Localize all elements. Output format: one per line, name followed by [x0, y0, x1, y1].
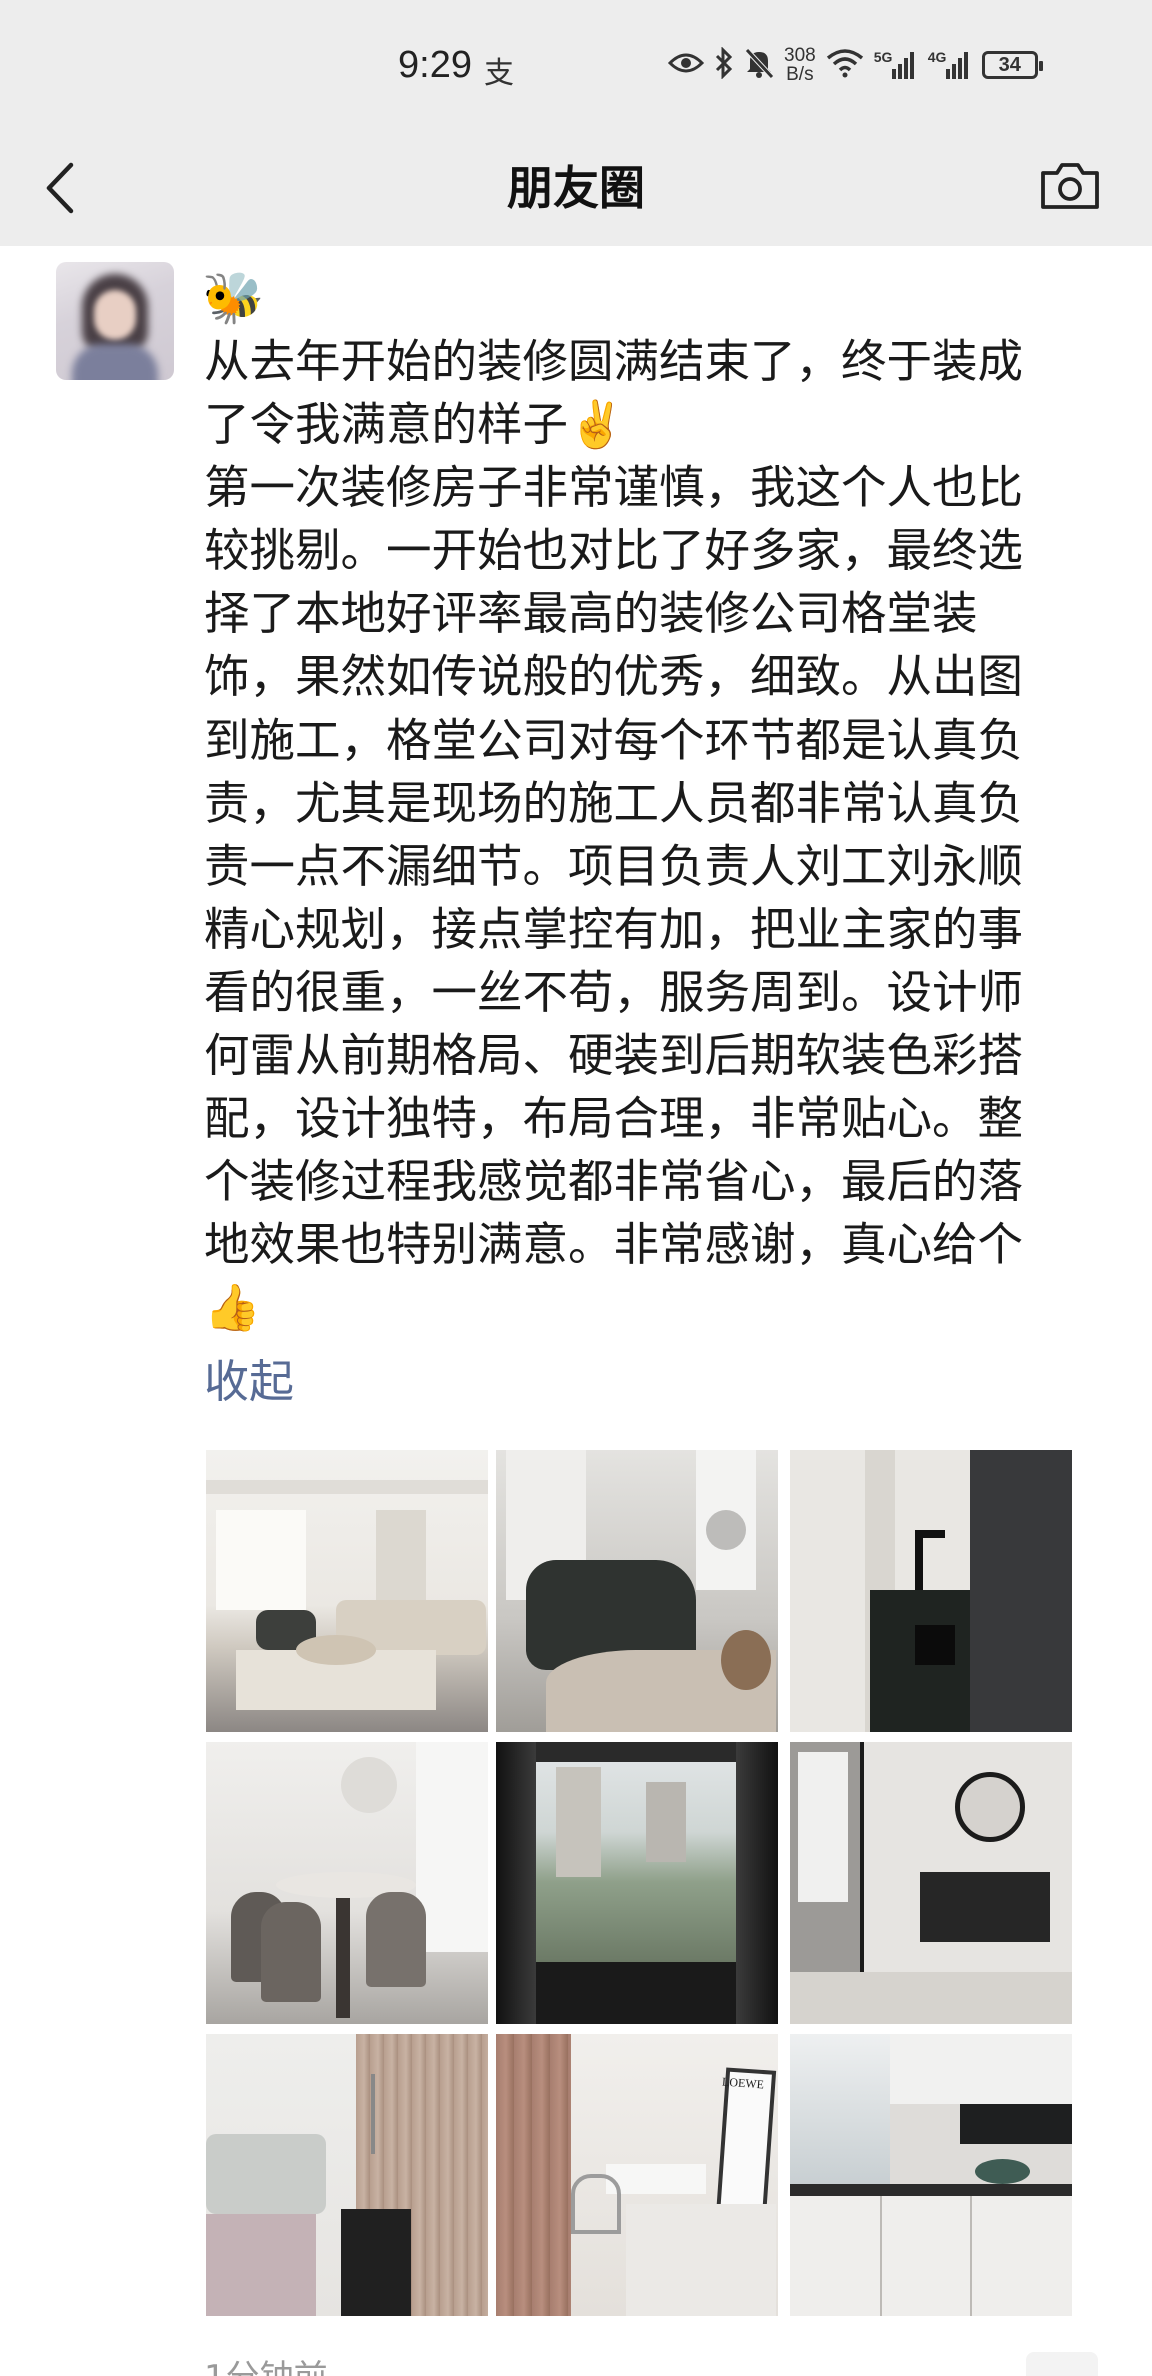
artwork-text: LOEWE: [721, 2074, 765, 2092]
photo-washbasin[interactable]: [790, 1450, 1072, 1732]
signal-icon: 4G: [928, 49, 972, 81]
photo-bathroom[interactable]: [790, 1742, 1072, 2024]
post-emoji: 🐝: [202, 269, 265, 327]
photo-kitchen[interactable]: [790, 2034, 1072, 2316]
comment-more-button[interactable]: [1026, 2352, 1098, 2376]
nav-bar: 朋友圈: [0, 130, 1152, 246]
pay-indicator: 支: [484, 56, 514, 91]
photo-lounge-chair[interactable]: [496, 1450, 778, 1732]
mute-icon: [744, 47, 774, 83]
camera-icon: [1041, 163, 1099, 209]
battery-level: 34: [998, 53, 1021, 76]
page-title: 朋友圈: [507, 161, 645, 215]
bluetooth-icon: [714, 46, 734, 83]
camera-button[interactable]: [1034, 150, 1106, 222]
signal-icon: 5G: [874, 49, 918, 81]
status-icons: 308 B/s 5G 4G 34: [667, 40, 1043, 90]
net-speed: 308 B/s: [784, 46, 816, 84]
photo-dining-room[interactable]: [206, 1742, 488, 2024]
photo-living-room[interactable]: [206, 1450, 488, 1732]
avatar[interactable]: [56, 262, 174, 380]
status-time: 9:29: [398, 44, 472, 86]
back-button[interactable]: [30, 156, 90, 220]
net-speed-unit: B/s: [786, 64, 814, 85]
post-text: 从去年开始的装修圆满结束了，终于装成 了令我满意的样子✌️ 第一次装修房子非常谨…: [204, 335, 1024, 1335]
photo-bedroom[interactable]: [206, 2034, 488, 2316]
wifi-icon: [826, 48, 864, 82]
collapse-link[interactable]: 收起: [204, 1352, 294, 1412]
status-bar: 9:29 支 308 B/s 5G 4G 34: [0, 0, 1152, 130]
photo-dressing-table[interactable]: LOEWE: [496, 2034, 778, 2316]
net-speed-value: 308: [784, 45, 816, 66]
photo-window-view[interactable]: [496, 1742, 778, 2024]
battery-icon: 34: [981, 51, 1043, 79]
post-time: 1分钟前: [204, 2350, 328, 2376]
eye-icon: [667, 49, 705, 81]
chevron-left-icon: [46, 162, 74, 214]
